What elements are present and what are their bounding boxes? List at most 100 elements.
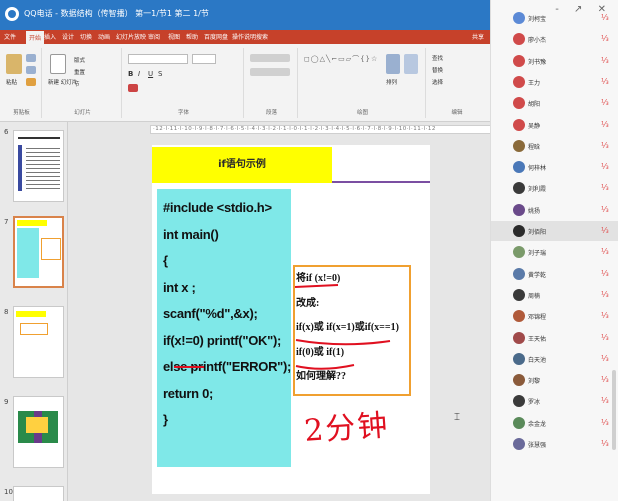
italic-button[interactable]: I [138, 70, 140, 78]
member-row[interactable]: 王天佑 ⅓ [491, 328, 618, 348]
strikethrough-button[interactable]: S [158, 70, 162, 78]
ribbon-tabs: 共享 文件 开始 插入 设计 切换 动画 幻灯片放映 审阅 视图 帮助 百度网盘 操作说明搜索 [0, 30, 490, 44]
member-row[interactable]: 罗冰 ⅓ [491, 391, 618, 411]
underline-button[interactable]: U [148, 70, 153, 78]
member-row[interactable]: 何梓林 ⅓ [491, 157, 618, 177]
tab-1[interactable]: 开始 [26, 31, 45, 44]
member-row[interactable]: 吴静 ⅓ [491, 115, 618, 135]
member-row[interactable]: 刘子瑞 ⅓ [491, 242, 618, 262]
member-row[interactable]: 王力 ⅓ [491, 72, 618, 92]
mute-icon[interactable]: ⅓ [601, 418, 609, 427]
replace-button[interactable]: 替换 [432, 66, 443, 74]
mute-icon[interactable]: ⅓ [601, 34, 609, 43]
drawing-group: ◻◯△╲⌐▭▱⌒{}☆ 排列 绘图 [300, 48, 426, 118]
find-button[interactable]: 查找 [432, 54, 443, 62]
tab-3[interactable]: 设计 [62, 32, 74, 41]
mute-icon[interactable]: ⅓ [601, 120, 609, 129]
bold-button[interactable]: B [128, 70, 133, 78]
slide-thumbnail-8[interactable] [13, 306, 64, 378]
align-icon[interactable] [250, 68, 290, 76]
mute-icon[interactable]: ⅓ [601, 56, 609, 65]
list-icon[interactable] [250, 54, 290, 62]
tab-11[interactable]: 操作说明搜索 [232, 32, 268, 41]
member-row[interactable]: 刘佰阳 ⅓ [491, 221, 618, 241]
member-row[interactable]: 刘书豫 ⅓ [491, 51, 618, 71]
copy-icon[interactable] [26, 66, 36, 74]
member-row[interactable]: 刘柯宝 ⅓ [491, 8, 618, 28]
member-name: 何梓林 [528, 165, 547, 173]
slide-thumbnail-9[interactable] [13, 396, 64, 468]
arrange-icon[interactable] [386, 54, 400, 74]
tab-6[interactable]: 幻灯片放映 [116, 32, 146, 41]
slide-canvas[interactable]: if语句示例 #include <stdio.h> int main(){ int… [152, 145, 430, 494]
ink-underline-condition [294, 284, 339, 288]
mute-icon[interactable]: ⅓ [601, 183, 609, 192]
member-row[interactable]: 张慧强 ⅓ [491, 434, 618, 454]
slide-thumbnail-7[interactable] [13, 216, 64, 288]
mute-icon[interactable]: ⅓ [601, 439, 609, 448]
member-name: 余金龙 [528, 420, 547, 428]
member-row[interactable]: 黄学乾 ⅓ [491, 264, 618, 284]
tab-4[interactable]: 切换 [80, 32, 92, 41]
member-name: 王天佑 [528, 335, 547, 343]
slide-thumbnail-6[interactable] [13, 130, 64, 202]
mute-icon[interactable]: ⅓ [601, 269, 609, 278]
arrange-button[interactable]: 排列 [386, 78, 397, 86]
tab-7[interactable]: 审阅 [148, 32, 160, 41]
mute-icon[interactable]: ⅓ [601, 333, 609, 342]
member-row[interactable]: 廖小杰 ⅓ [491, 29, 618, 49]
mute-icon[interactable]: ⅓ [601, 13, 609, 22]
mute-icon[interactable]: ⅓ [601, 354, 609, 363]
font-name-select[interactable] [128, 54, 188, 64]
mute-icon[interactable]: ⅓ [601, 77, 609, 86]
cut-icon[interactable] [26, 54, 36, 62]
share-button[interactable]: 共享 [472, 32, 484, 41]
tab-9[interactable]: 帮助 [186, 32, 198, 41]
clipboard-label: 剪贴板 [13, 110, 30, 116]
member-name: 罗冰 [528, 399, 541, 407]
layout-button[interactable]: 版式 [74, 56, 85, 64]
member-row[interactable]: 刘黎 ⅓ [491, 370, 618, 390]
section-button[interactable]: 节 [74, 80, 80, 88]
member-row[interactable]: 胡阳 ⅓ [491, 93, 618, 113]
tab-10[interactable]: 百度网盘 [204, 32, 228, 41]
slide-thumbnail-panel[interactable]: 6 7 8 9 10 [0, 122, 68, 501]
member-row[interactable]: 程晗 ⅓ [491, 136, 618, 156]
member-row[interactable]: 周楠 ⅓ [491, 285, 618, 305]
quick-styles-icon[interactable] [404, 54, 418, 74]
member-row[interactable]: 姚扬 ⅓ [491, 200, 618, 220]
reset-button[interactable]: 重置 [74, 68, 85, 76]
new-slide-icon[interactable] [50, 54, 66, 74]
tab-5[interactable]: 动画 [98, 32, 110, 41]
mute-icon[interactable]: ⅓ [601, 98, 609, 107]
avatar [513, 225, 525, 237]
mute-icon[interactable]: ⅓ [601, 375, 609, 384]
new-slide-button[interactable]: 新建 幻灯片 [48, 78, 77, 86]
mute-icon[interactable]: ⅓ [601, 396, 609, 405]
member-row[interactable]: 刘利霞 ⅓ [491, 178, 618, 198]
slide-thumbnail-10[interactable] [13, 486, 64, 501]
tab-0[interactable]: 文件 [4, 32, 16, 41]
member-row[interactable]: 余金龙 ⅓ [491, 413, 618, 433]
mute-icon[interactable]: ⅓ [601, 290, 609, 299]
mute-icon[interactable]: ⅓ [601, 205, 609, 214]
shapes-gallery[interactable]: ◻◯△╲⌐▭▱⌒{}☆ [304, 54, 378, 64]
mute-icon[interactable]: ⅓ [601, 247, 609, 256]
font-color-icon[interactable] [128, 84, 138, 92]
paste-button[interactable]: 粘贴 [6, 78, 17, 86]
member-row[interactable]: 白天池 ⅓ [491, 349, 618, 369]
paste-icon[interactable] [6, 54, 22, 74]
mute-icon[interactable]: ⅓ [601, 141, 609, 150]
mute-icon[interactable]: ⅓ [601, 311, 609, 320]
mute-icon[interactable]: ⅓ [601, 226, 609, 235]
font-group: B I U S 字体 [124, 48, 244, 118]
select-button[interactable]: 选择 [432, 78, 443, 86]
member-row[interactable]: 邓锦程 ⅓ [491, 306, 618, 326]
slide-number-8: 8 [4, 308, 9, 316]
mute-icon[interactable]: ⅓ [601, 162, 609, 171]
format-painter-icon[interactable] [26, 78, 36, 86]
tab-8[interactable]: 视图 [168, 32, 180, 41]
tab-2[interactable]: 插入 [44, 32, 56, 41]
member-list-scrollbar[interactable] [612, 370, 616, 450]
font-size-select[interactable] [192, 54, 216, 64]
